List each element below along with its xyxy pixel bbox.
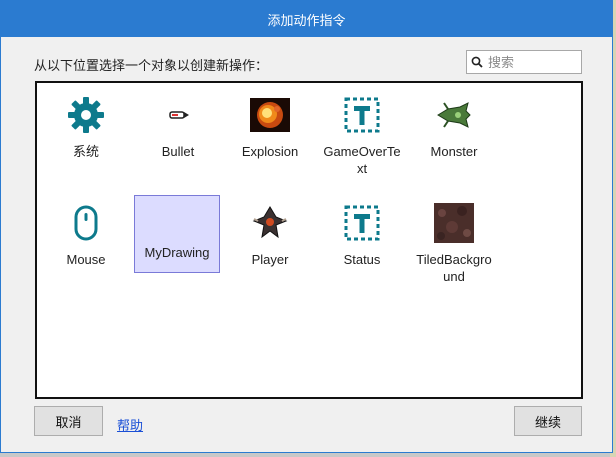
- dialog-title: 添加动作指令: [267, 12, 346, 28]
- search-input[interactable]: [486, 53, 580, 71]
- bullet-sprite-icon: [169, 111, 189, 119]
- object-item-tiledbackground[interactable]: TiledBackground: [411, 203, 497, 287]
- continue-button[interactable]: 继续: [514, 406, 582, 436]
- object-label: Explosion: [241, 144, 299, 159]
- help-link[interactable]: 帮助: [117, 415, 143, 434]
- object-item-mydrawing[interactable]: MyDrawing: [134, 195, 220, 273]
- object-label: Status: [343, 252, 381, 267]
- object-item-monster[interactable]: Monster: [411, 95, 497, 179]
- text-object-icon: [344, 205, 380, 241]
- text-object-icon: [344, 97, 380, 133]
- cancel-button[interactable]: 取消: [34, 406, 103, 436]
- explosion-sprite-icon: [250, 98, 290, 132]
- object-label: 系统: [72, 144, 99, 159]
- add-action-dialog: 添加动作指令 从以下位置选择一个对象以创建新操作： 搜索 系统 Bullet E…: [0, 0, 613, 453]
- dialog-prompt: 从以下位置选择一个对象以创建新操作：: [34, 58, 269, 73]
- object-label: GameOverText: [323, 144, 401, 176]
- object-item-player[interactable]: Player: [227, 203, 313, 287]
- object-item-gameovertext[interactable]: GameOverText: [319, 95, 405, 179]
- object-item-status[interactable]: Status: [319, 203, 405, 287]
- object-label: Bullet: [161, 144, 195, 159]
- player-sprite-icon: [252, 206, 288, 239]
- object-label: TiledBackground: [416, 252, 492, 284]
- mouse-icon: [74, 205, 98, 241]
- object-item-bullet[interactable]: Bullet: [135, 95, 221, 179]
- object-item-explosion[interactable]: Explosion: [227, 95, 313, 179]
- object-label: Monster: [430, 144, 478, 159]
- search-icon: [471, 56, 483, 68]
- search-field[interactable]: [466, 50, 582, 74]
- object-item-mouse[interactable]: Mouse: [43, 203, 129, 287]
- object-list-panel: 系统 Bullet Explosion GameOverText Monster…: [35, 81, 583, 399]
- object-label: MyDrawing: [144, 245, 210, 260]
- object-label: Player: [251, 252, 289, 267]
- object-label: Mouse: [66, 252, 106, 267]
- gear-icon: [68, 97, 104, 133]
- tiled-background-sprite-icon: [434, 203, 474, 243]
- monster-sprite-icon: [437, 102, 471, 128]
- dialog-titlebar[interactable]: 添加动作指令: [1, 1, 612, 37]
- object-item-system[interactable]: 系统: [43, 95, 129, 179]
